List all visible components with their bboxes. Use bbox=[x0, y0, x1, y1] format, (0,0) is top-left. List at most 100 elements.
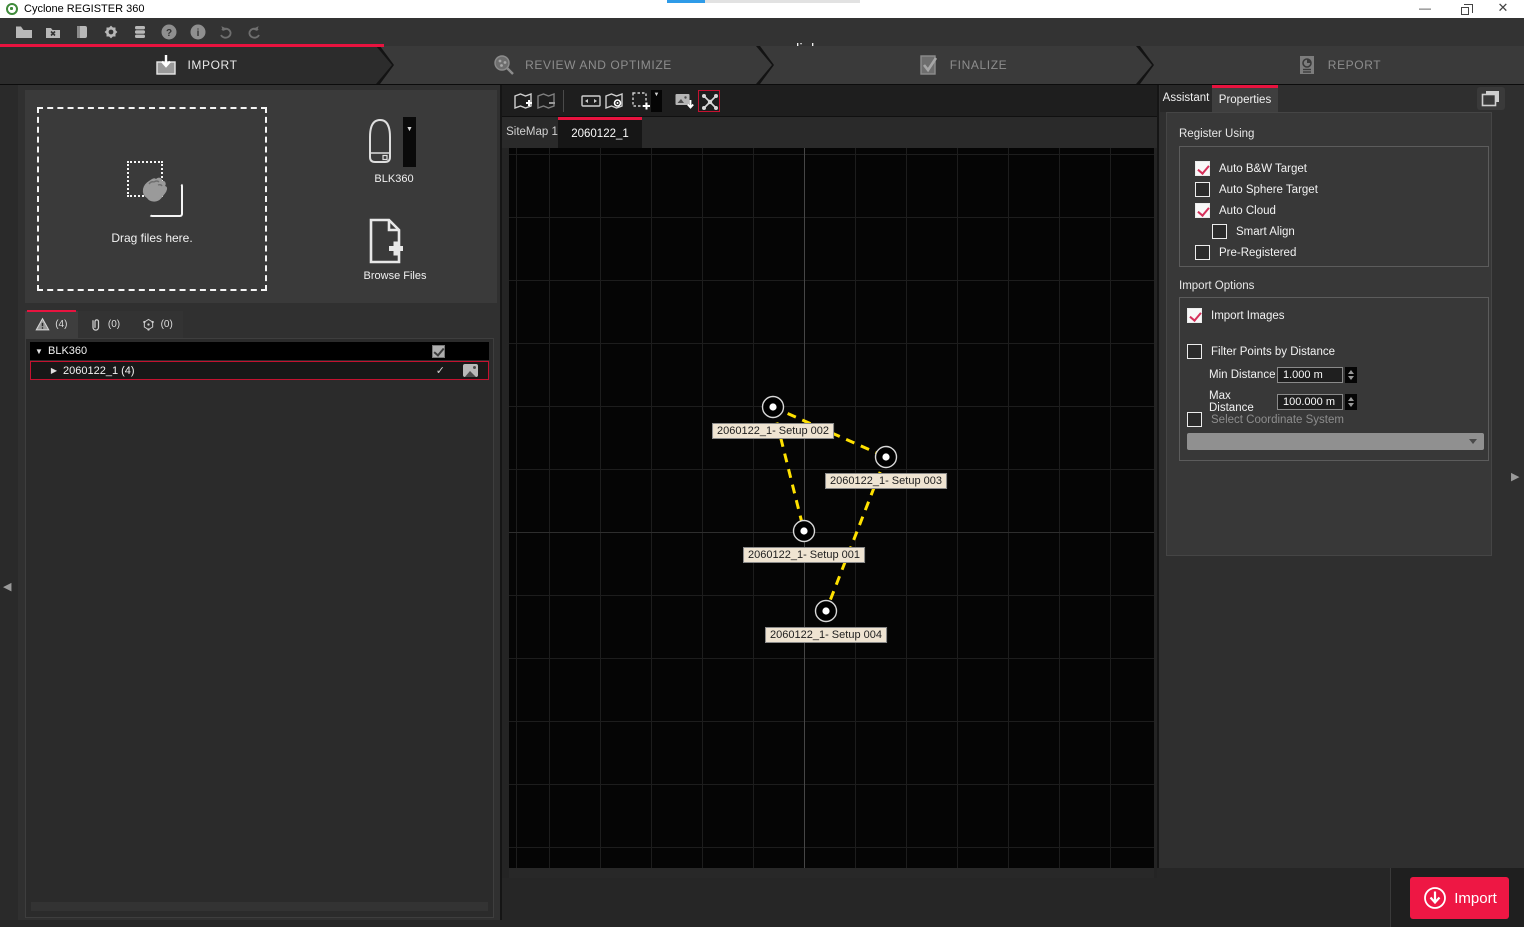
import-sources-card: Drag files here. ▼ BLK360 Browse Files bbox=[25, 90, 497, 303]
close-button[interactable]: ✕ bbox=[1488, 0, 1518, 17]
storage-icon[interactable] bbox=[130, 22, 150, 42]
checkbox[interactable] bbox=[1212, 224, 1227, 239]
import-panel: Drag files here. ▼ BLK360 Browse Files (… bbox=[18, 85, 502, 920]
device-source[interactable]: ▼ BLK360 bbox=[365, 115, 425, 195]
setup-label[interactable]: 2060122_1- Setup 004 bbox=[765, 627, 887, 643]
setup-label[interactable]: 2060122_1- Setup 001 bbox=[743, 547, 865, 563]
import-options-group: Import Images Filter Points by Distance … bbox=[1179, 297, 1489, 461]
browse-files-label: Browse Files bbox=[345, 270, 445, 282]
restore-button[interactable] bbox=[1450, 0, 1480, 17]
browse-files-source[interactable]: Browse Files bbox=[365, 218, 425, 296]
step-import[interactable]: IMPORT bbox=[0, 46, 392, 84]
max-distance-label: Max Distance bbox=[1209, 390, 1277, 414]
list-scrollbar[interactable] bbox=[31, 902, 488, 911]
tab-count: (0) bbox=[108, 319, 120, 330]
max-distance-input[interactable]: 100.000 m bbox=[1277, 394, 1343, 410]
tab-warnings[interactable]: (4) bbox=[25, 311, 78, 338]
map-scrollbar[interactable] bbox=[509, 868, 1154, 878]
filter-points-option: Filter Points by Distance bbox=[1187, 344, 1335, 359]
tab-attachments[interactable]: (0) bbox=[78, 311, 131, 338]
checkbox[interactable] bbox=[1195, 182, 1210, 197]
checkbox[interactable] bbox=[1195, 161, 1210, 176]
import-images-option: Import Images bbox=[1187, 308, 1285, 323]
step-finalize[interactable]: FINALIZE bbox=[758, 46, 1152, 84]
pano-view-icon[interactable] bbox=[580, 90, 602, 112]
titlebar: Cyclone REGISTER 360 — ✕ bbox=[0, 0, 1524, 18]
sitemap-panel: ▼ SiteMap 1 2060122_1 2060122_1- Setup 0… bbox=[502, 85, 1157, 878]
min-distance-row: Min Distance 1.000 m bbox=[1209, 367, 1357, 383]
filter-points-checkbox[interactable] bbox=[1187, 344, 1202, 359]
finalize-step-icon bbox=[917, 53, 941, 77]
tab-properties[interactable]: Properties bbox=[1212, 85, 1278, 112]
sitemap-canvas[interactable]: 2060122_1- Setup 002 2060122_1- Setup 003… bbox=[509, 148, 1154, 868]
left-gutter: ◀ bbox=[0, 85, 18, 920]
checkbox-label: Pre-Registered bbox=[1219, 247, 1296, 259]
min-distance-label: Min Distance bbox=[1209, 369, 1277, 381]
layout-panels-icon[interactable] bbox=[1477, 87, 1505, 110]
sitemap-toolbar: ▼ bbox=[502, 85, 1157, 117]
setup-node-dot bbox=[822, 607, 829, 614]
setup-label[interactable]: 2060122_1- Setup 003 bbox=[825, 473, 947, 489]
image-badge-icon[interactable] bbox=[463, 364, 478, 377]
tab-2060122-1[interactable]: 2060122_1 bbox=[558, 117, 642, 148]
tree-row-2060122-1[interactable]: ▶ 2060122_1 (4) ✓ bbox=[30, 361, 489, 380]
undo-icon[interactable] bbox=[216, 22, 236, 42]
checkbox[interactable] bbox=[1195, 245, 1210, 260]
properties-card: Register Using Auto B&W TargetAuto Spher… bbox=[1166, 112, 1492, 556]
import-button-label: Import bbox=[1454, 890, 1497, 907]
select-options-dropdown[interactable]: ▼ bbox=[651, 90, 662, 112]
scan-icon bbox=[141, 317, 156, 332]
expand-caret-icon[interactable]: ▼ bbox=[30, 347, 48, 356]
device-dropdown[interactable]: ▼ bbox=[403, 117, 416, 167]
import-button[interactable]: Import bbox=[1410, 877, 1509, 919]
drag-drop-zone[interactable]: Drag files here. bbox=[37, 107, 267, 291]
min-distance-stepper[interactable] bbox=[1345, 367, 1357, 383]
expand-caret-icon[interactable]: ▶ bbox=[45, 366, 63, 375]
file-list-tabs: (4) (0) (0) bbox=[25, 311, 183, 338]
minimize-button[interactable]: — bbox=[1410, 0, 1440, 17]
add-sitemap-icon[interactable] bbox=[512, 90, 534, 112]
sitemap-location-icon[interactable] bbox=[603, 90, 625, 112]
step-report[interactable]: REPORT bbox=[1138, 46, 1524, 84]
checkbox-label: Filter Points by Distance bbox=[1211, 346, 1335, 358]
show-links-icon[interactable] bbox=[698, 90, 720, 112]
tree-checkbox[interactable] bbox=[432, 345, 445, 358]
setup-node-dot bbox=[882, 453, 889, 460]
area-select-icon[interactable] bbox=[630, 90, 652, 112]
open-project-icon[interactable] bbox=[14, 22, 34, 42]
blk360-device-icon[interactable] bbox=[365, 115, 425, 167]
redo-icon[interactable] bbox=[244, 22, 264, 42]
tree-row-label: BLK360 bbox=[48, 345, 87, 357]
about-icon[interactable]: i bbox=[188, 22, 208, 42]
attachment-icon bbox=[88, 317, 103, 332]
remove-sitemap-icon[interactable] bbox=[535, 90, 557, 112]
setup-node-dot bbox=[800, 527, 807, 534]
settings-gear-icon[interactable] bbox=[101, 22, 121, 42]
setup-node-dot bbox=[769, 403, 776, 410]
tab-scans[interactable]: (0) bbox=[130, 311, 183, 338]
tab-assistant[interactable]: Assistant bbox=[1160, 85, 1212, 112]
collapse-left-panel-arrow-icon[interactable]: ◀ bbox=[3, 580, 11, 593]
help-icon[interactable]: ? bbox=[159, 22, 179, 42]
checkbox-label: Auto Sphere Target bbox=[1219, 184, 1318, 196]
max-distance-stepper[interactable] bbox=[1345, 394, 1357, 410]
checkbox-label: Auto Cloud bbox=[1219, 205, 1276, 217]
report-step-icon bbox=[1295, 53, 1319, 77]
register-option-1: Auto Sphere Target bbox=[1195, 179, 1318, 200]
tab-sitemap-1[interactable]: SiteMap 1 bbox=[506, 117, 558, 148]
import-images-checkbox[interactable] bbox=[1187, 308, 1202, 323]
coordinate-system-dropdown[interactable] bbox=[1187, 433, 1484, 450]
collapse-right-panel-arrow-icon[interactable]: ▶ bbox=[1511, 470, 1519, 483]
coordinate-system-checkbox[interactable] bbox=[1187, 412, 1202, 427]
import-data-icon[interactable] bbox=[72, 22, 92, 42]
step-review[interactable]: REVIEW AND OPTIMIZE bbox=[378, 46, 772, 84]
setup-label[interactable]: 2060122_1- Setup 002 bbox=[712, 423, 834, 439]
checkbox[interactable] bbox=[1195, 203, 1210, 218]
device-label: BLK360 bbox=[351, 173, 437, 185]
export-image-icon[interactable] bbox=[673, 90, 695, 112]
checkbox-label: Select Coordinate System bbox=[1211, 414, 1344, 426]
close-project-icon[interactable] bbox=[43, 22, 63, 42]
min-distance-input[interactable]: 1.000 m bbox=[1277, 367, 1343, 383]
active-step-indicator bbox=[0, 44, 384, 47]
tree-row-blk360[interactable]: ▼ BLK360 bbox=[30, 342, 489, 360]
